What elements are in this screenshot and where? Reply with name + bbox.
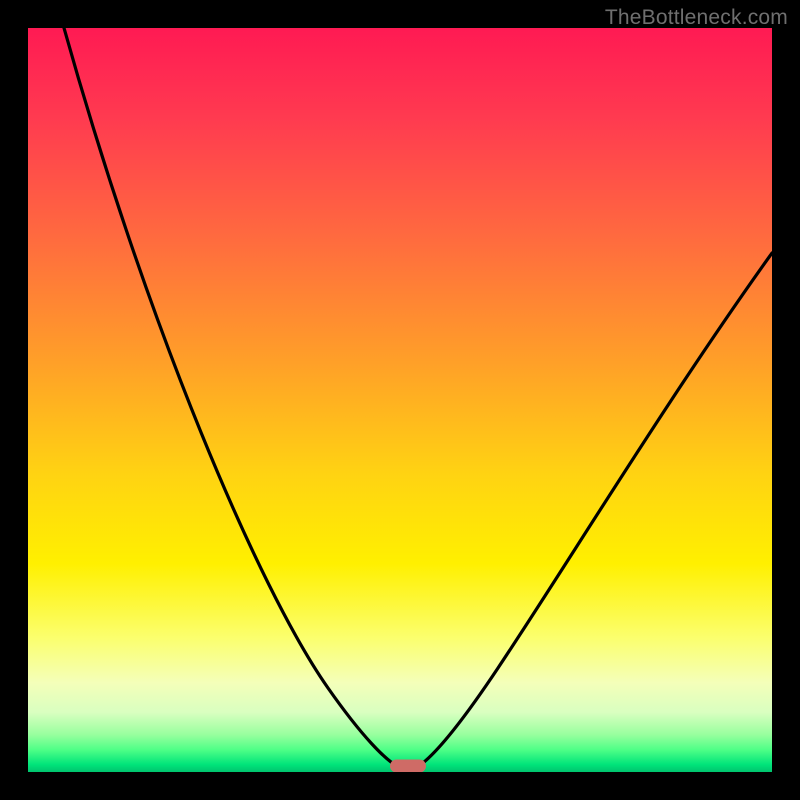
right-curve xyxy=(419,253,772,766)
left-curve xyxy=(64,28,397,766)
chart-frame: TheBottleneck.com xyxy=(0,0,800,800)
watermark-text: TheBottleneck.com xyxy=(605,6,788,30)
curve-layer xyxy=(28,28,772,772)
plot-area xyxy=(28,28,772,772)
bottleneck-marker xyxy=(390,760,426,773)
